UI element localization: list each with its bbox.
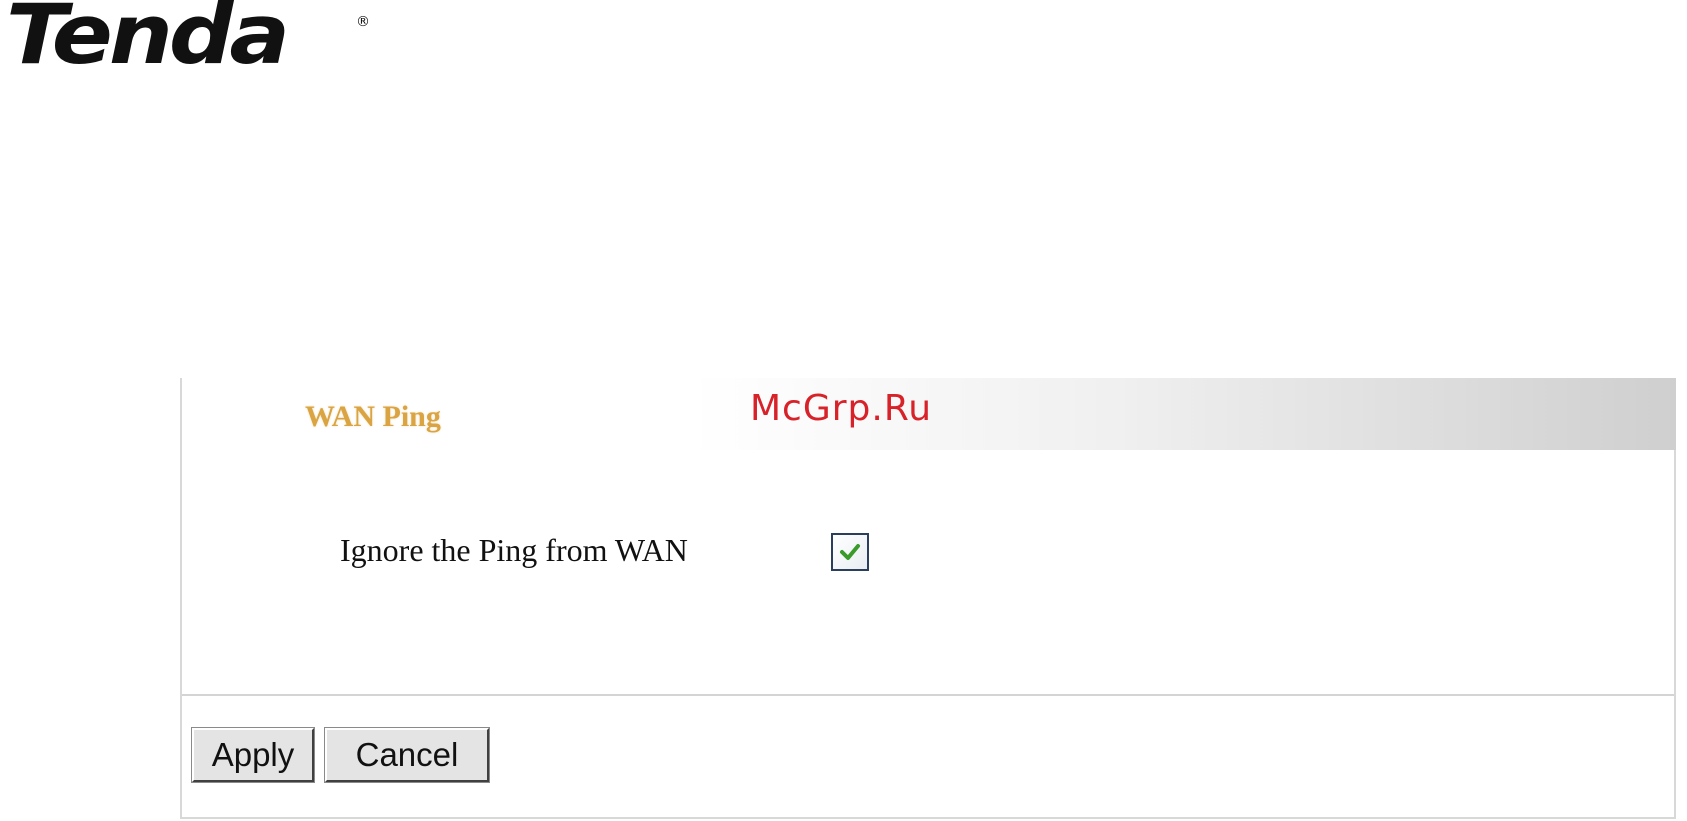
cancel-button[interactable]: Cancel xyxy=(324,727,490,783)
logo-text: Tenda xyxy=(6,0,290,84)
checkmark-icon xyxy=(840,544,860,560)
panel-title: WAN Ping xyxy=(305,400,441,433)
apply-button[interactable]: Apply xyxy=(191,727,315,783)
watermark-text: McGrp.Ru xyxy=(750,388,933,429)
panel-header xyxy=(270,378,1676,450)
panel-divider xyxy=(182,694,1674,696)
ignore-ping-checkbox[interactable] xyxy=(831,533,869,571)
registered-mark: ® xyxy=(356,14,370,30)
tenda-logo: Tenda ® xyxy=(6,0,370,86)
ignore-ping-label: Ignore the Ping from WAN xyxy=(340,532,688,568)
